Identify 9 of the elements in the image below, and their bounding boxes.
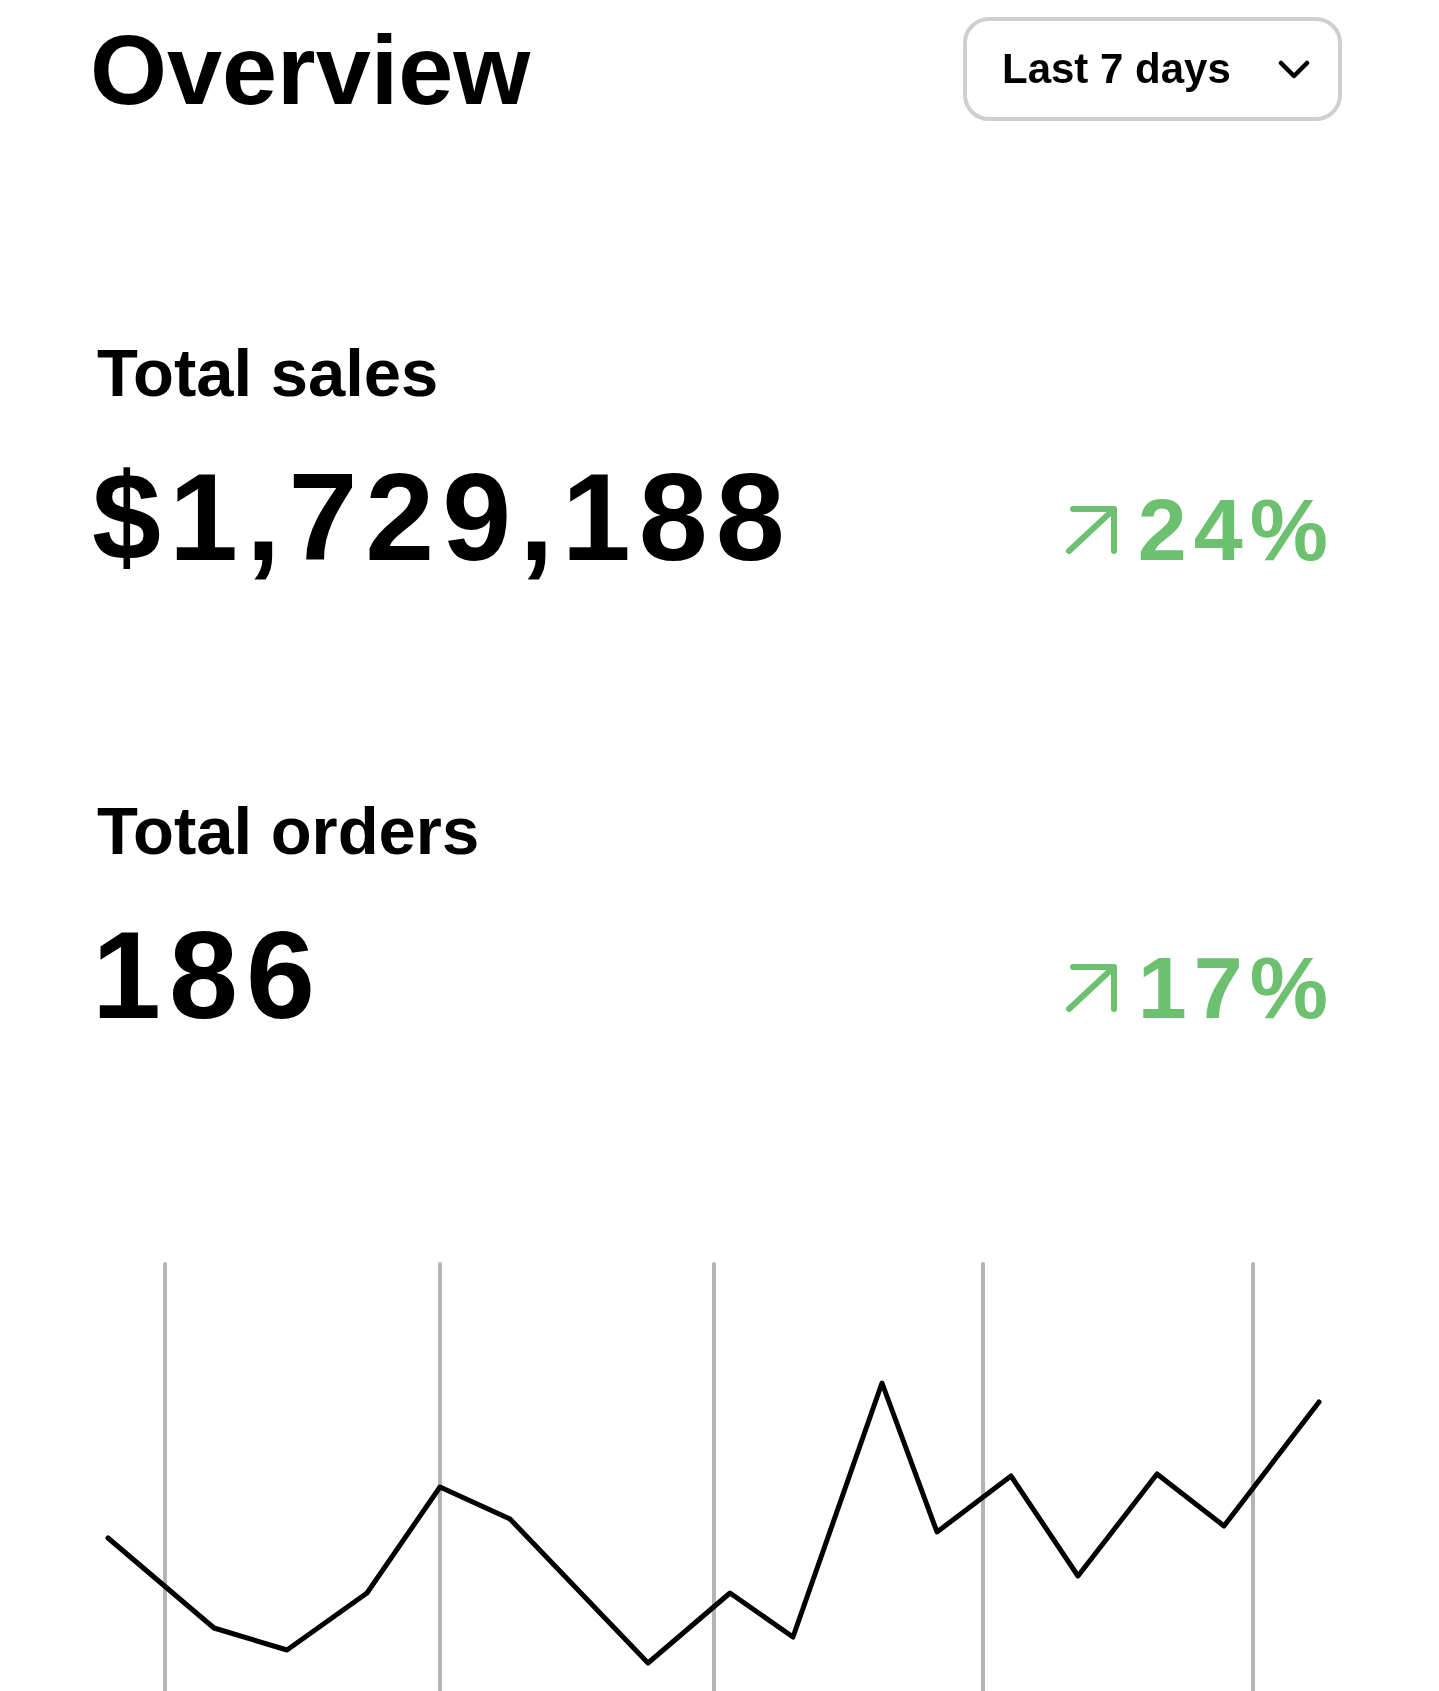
stat-value: 186 [92,913,323,1037]
page-title: Overview [90,19,531,119]
chevron-down-icon [1278,59,1310,79]
stat-value: $1,729,188 [92,455,793,579]
stat-label: Total orders [97,797,480,864]
stat-label: Total sales [97,339,439,406]
change-percent: 17% [1137,944,1335,1032]
period-dropdown[interactable]: Last 7 days [963,17,1342,121]
change-percent: 24% [1137,486,1335,574]
